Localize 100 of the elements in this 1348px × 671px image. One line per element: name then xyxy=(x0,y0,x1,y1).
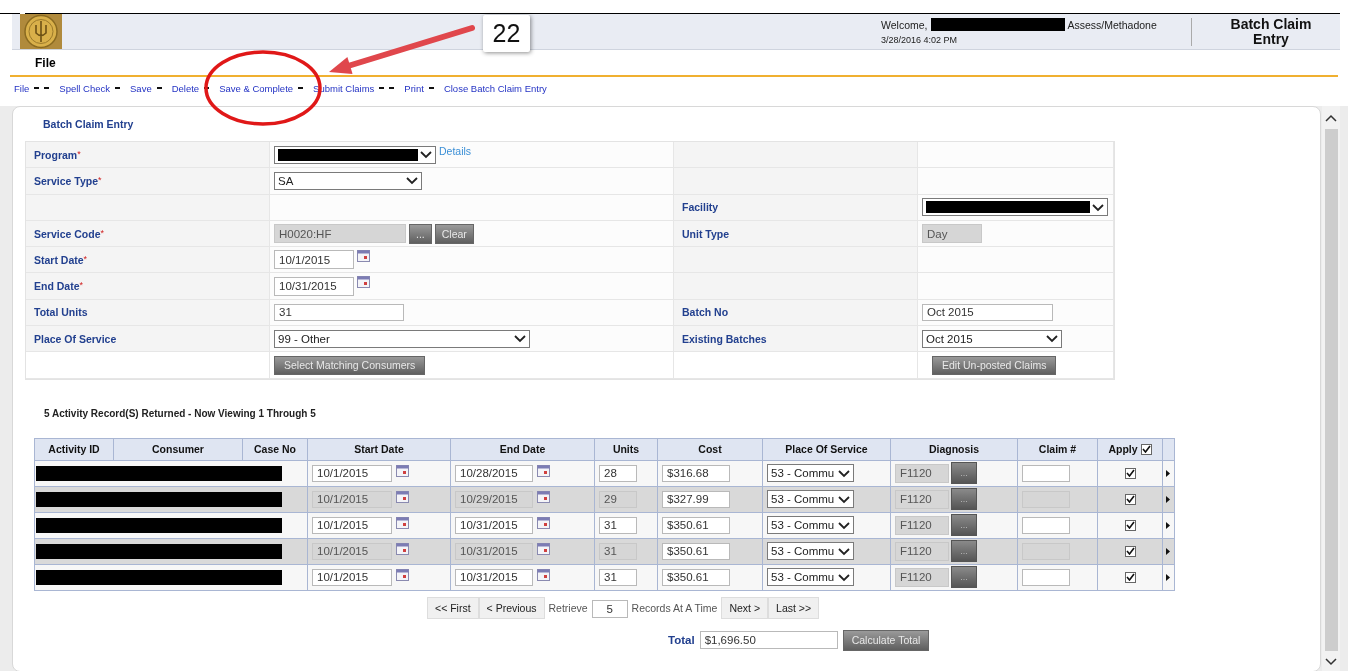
toolbar-link[interactable]: Save xyxy=(130,82,152,94)
menu-label[interactable]: File xyxy=(35,55,56,70)
last-page-button[interactable]: Last >> xyxy=(768,596,820,619)
logo-icon xyxy=(20,14,62,49)
select-value: 99 - Other xyxy=(278,332,330,345)
chevron-down-icon xyxy=(838,546,850,556)
lookup-button[interactable]: ... xyxy=(409,223,432,244)
date-field[interactable]: 10/29/2015 xyxy=(455,490,533,508)
select-value: 53 - Commu xyxy=(771,545,835,558)
required-mark: * xyxy=(83,254,88,265)
date-field[interactable]: 10/31/2015 xyxy=(274,276,354,296)
select-value: 53 - Commu xyxy=(771,467,835,480)
checkbox[interactable] xyxy=(1124,467,1136,479)
units-field[interactable]: 29 xyxy=(599,490,637,508)
diagnosis-field: F1120 xyxy=(895,489,949,509)
units-field[interactable]: 31 xyxy=(599,516,637,534)
page-title: Batch Claim Entry xyxy=(1229,16,1313,47)
field-label: Place Of Service xyxy=(34,332,117,345)
calendar-icon[interactable] xyxy=(537,516,550,529)
column-header: End Date xyxy=(450,438,595,461)
date-field[interactable]: 10/1/2015 xyxy=(312,568,392,586)
scroll-up-icon[interactable] xyxy=(1325,114,1337,123)
previous-page-button[interactable]: < Previous xyxy=(478,596,545,619)
select-field[interactable]: SA xyxy=(274,171,422,190)
field-label: Unit Type xyxy=(682,227,730,240)
details-link[interactable]: Details xyxy=(439,145,472,157)
calendar-icon[interactable] xyxy=(396,490,409,503)
column-header: Case No xyxy=(242,438,308,461)
select-field[interactable]: 99 - Other xyxy=(274,329,530,348)
scrollbar-thumb[interactable] xyxy=(1324,129,1338,651)
toolbar-link[interactable]: File xyxy=(14,82,30,94)
action-button[interactable]: Select Matching Consumers xyxy=(274,355,426,375)
page-size-field[interactable]: 5 xyxy=(591,600,628,619)
toolbar-link[interactable]: Delete xyxy=(171,82,200,94)
toolbar-link[interactable]: Close Batch Claim Entry xyxy=(443,82,547,94)
calendar-icon[interactable] xyxy=(537,542,550,555)
toolbar-link[interactable]: Save & Complete xyxy=(219,82,294,94)
cost-field[interactable]: $327.99 xyxy=(662,490,730,508)
select-field[interactable]: 53 - Commu xyxy=(767,542,854,561)
select-field[interactable]: 53 - Commu xyxy=(767,464,854,483)
checkbox[interactable] xyxy=(1124,519,1136,531)
select-field[interactable]: Oct 2015 xyxy=(922,329,1062,348)
chevron-down-icon xyxy=(1046,334,1058,344)
units-field[interactable]: 31 xyxy=(599,568,637,586)
date-field[interactable]: 10/1/2015 xyxy=(312,490,392,508)
required-mark: * xyxy=(100,227,105,238)
calendar-icon[interactable] xyxy=(357,276,370,289)
chevron-down-icon xyxy=(1092,202,1104,212)
scroll-down-icon[interactable] xyxy=(1325,657,1337,666)
cost-field[interactable]: $316.68 xyxy=(662,464,730,482)
column-header: Consumer xyxy=(113,438,243,461)
calendar-icon[interactable] xyxy=(357,250,370,263)
cost-field[interactable]: $350.61 xyxy=(662,516,730,534)
date-field[interactable]: 10/31/2015 xyxy=(455,568,533,586)
checkbox[interactable] xyxy=(1140,443,1152,455)
select-value: SA xyxy=(278,174,294,187)
units-field[interactable]: 28 xyxy=(599,464,637,482)
clear-button[interactable]: Clear xyxy=(434,223,474,244)
claim-number-field[interactable] xyxy=(1022,516,1070,534)
select-field[interactable]: 53 - Commu xyxy=(767,516,854,535)
chevron-down-icon xyxy=(838,494,850,504)
calendar-icon[interactable] xyxy=(537,464,550,477)
records-summary: 5 Activity Record(S) Returned - Now Viewing 1 Through 5 xyxy=(44,407,317,421)
date-field[interactable]: 10/31/2015 xyxy=(455,542,533,560)
text-field[interactable]: Oct 2015 xyxy=(922,303,1053,321)
units-field[interactable]: 31 xyxy=(599,542,637,560)
claim-number-field[interactable] xyxy=(1022,464,1070,482)
column-header: Start Date xyxy=(307,438,451,461)
action-button[interactable]: Edit Un-posted Claims xyxy=(932,355,1057,375)
calendar-icon[interactable] xyxy=(396,516,409,529)
date-field[interactable]: 10/1/2015 xyxy=(312,464,392,482)
total-field: $1,696.50 xyxy=(699,631,838,650)
calendar-icon[interactable] xyxy=(396,464,409,477)
records-label: Records At A Time xyxy=(631,601,718,614)
text-field[interactable]: 31 xyxy=(274,303,404,321)
date-field[interactable]: 10/1/2015 xyxy=(312,516,392,534)
first-page-button[interactable]: << First xyxy=(427,596,479,619)
calendar-icon[interactable] xyxy=(396,568,409,581)
claim-number-field[interactable] xyxy=(1022,568,1070,586)
expand-arrow-icon xyxy=(1166,469,1170,477)
calendar-icon[interactable] xyxy=(537,568,550,581)
select-field[interactable] xyxy=(274,145,436,164)
toolbar-link[interactable]: Spell Check xyxy=(59,82,110,94)
checkbox[interactable] xyxy=(1124,493,1136,505)
date-field[interactable]: 10/1/2015 xyxy=(312,542,392,560)
date-field[interactable]: 10/1/2015 xyxy=(274,250,354,270)
select-field[interactable]: 53 - Commu xyxy=(767,568,854,587)
calculate-total-button[interactable]: Calculate Total xyxy=(842,629,930,651)
date-field[interactable]: 10/28/2015 xyxy=(455,464,533,482)
select-field[interactable]: 53 - Commu xyxy=(767,490,854,509)
checkbox[interactable] xyxy=(1124,545,1136,557)
next-page-button[interactable]: Next > xyxy=(721,596,769,619)
checkbox[interactable] xyxy=(1124,571,1136,583)
date-field[interactable]: 10/31/2015 xyxy=(455,516,533,534)
cost-field[interactable]: $350.61 xyxy=(662,568,730,586)
cost-field[interactable]: $350.61 xyxy=(662,542,730,560)
calendar-icon[interactable] xyxy=(396,542,409,555)
toolbar-link[interactable]: Print xyxy=(404,82,424,94)
select-field[interactable] xyxy=(922,198,1108,217)
calendar-icon[interactable] xyxy=(537,490,550,503)
